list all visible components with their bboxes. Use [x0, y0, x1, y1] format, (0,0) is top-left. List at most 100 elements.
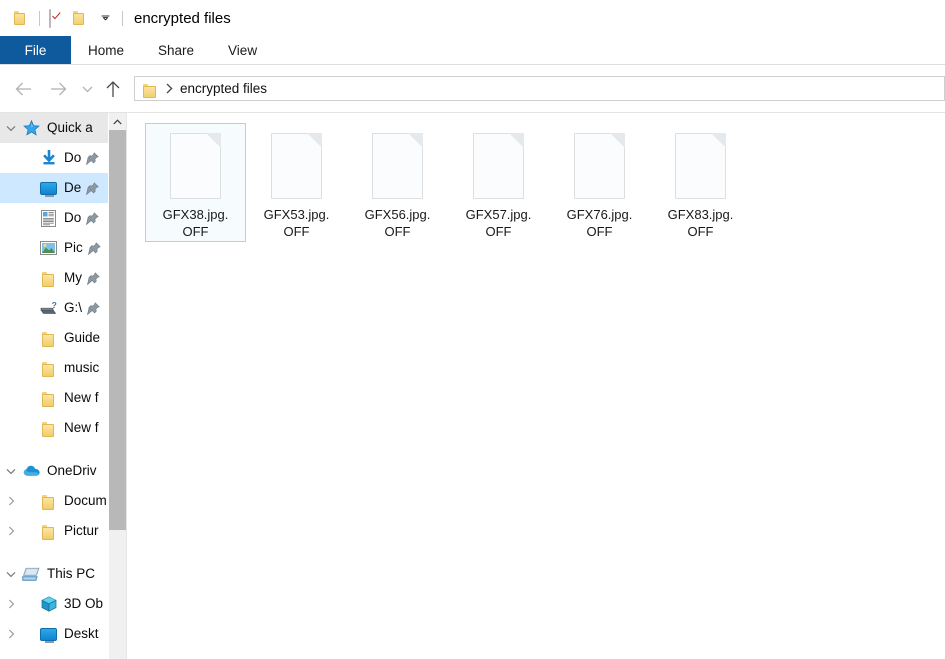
navigation-pane: Quick a Do De Do Pic My? G:\ Guide music New f New…: [0, 113, 108, 659]
sidebar-item-onedrive-pictures[interactable]: Pictur: [0, 516, 108, 546]
chevron-right-icon[interactable]: [0, 589, 22, 619]
sidebar-item-label: music: [64, 360, 100, 376]
pin-icon[interactable]: [86, 181, 100, 195]
sidebar-item-3d-objects[interactable]: 3D Ob: [0, 589, 108, 619]
file-tile[interactable]: GFX53.jpg. OFF: [246, 123, 347, 242]
sidebar-item-my-folder[interactable]: My: [0, 263, 108, 293]
pin-icon[interactable]: [86, 151, 100, 165]
sidebar-item-onedrive[interactable]: OneDriv: [0, 456, 108, 486]
tab-share[interactable]: Share: [141, 36, 211, 64]
sidebar-item-this-pc-desktop[interactable]: Deskt: [0, 619, 108, 649]
sidebar-item-label: De: [64, 180, 82, 196]
navigation-pane-scrollbar[interactable]: [108, 113, 126, 659]
breadcrumb-separator-icon[interactable]: [166, 83, 173, 94]
file-extension-label: OFF: [283, 224, 310, 239]
sidebar-item-label: Pic: [64, 240, 83, 256]
chevron-down-icon[interactable]: [0, 113, 22, 143]
sidebar-item-label: OneDriv: [47, 463, 97, 479]
forward-button[interactable]: [45, 76, 71, 102]
properties-checklist-icon[interactable]: [49, 9, 65, 28]
sidebar-item-label: This PC: [47, 566, 96, 582]
address-bar[interactable]: encrypted files: [134, 76, 945, 101]
sidebar-item-label: G:\: [64, 300, 83, 316]
chevron-right-icon[interactable]: [0, 619, 22, 649]
sidebar-item-onedrive-documents[interactable]: Docum: [0, 486, 108, 516]
pictures-icon: [39, 239, 58, 258]
ribbon-tab-strip: File Home Share View: [0, 36, 945, 64]
sidebar-item-label: Guide: [64, 330, 101, 346]
chevron-down-icon[interactable]: [0, 456, 22, 486]
file-name-label: GFX83.jpg.: [667, 207, 734, 222]
pin-icon[interactable]: [86, 211, 100, 225]
file-tile[interactable]: GFX76.jpg. OFF: [549, 123, 650, 242]
folder-icon: [39, 389, 58, 408]
generic-file-icon: [372, 133, 423, 199]
folder-properties-icon[interactable]: [14, 10, 30, 26]
sidebar-group-gap-1: [0, 443, 108, 456]
sidebar-item-guide[interactable]: Guide: [0, 323, 108, 353]
file-tile[interactable]: GFX83.jpg. OFF: [650, 123, 751, 242]
svg-text:?: ?: [51, 301, 56, 310]
sidebar-group-gap-2: [0, 546, 108, 559]
folder-icon: [39, 359, 58, 378]
sidebar-item-quick-access[interactable]: Quick a: [0, 113, 108, 143]
sidebar-item-music[interactable]: music: [0, 353, 108, 383]
folder-icon: [39, 522, 58, 541]
scrollbar-track[interactable]: [109, 130, 126, 659]
onedrive-icon: [22, 462, 41, 481]
desktop-icon: [39, 179, 58, 198]
generic-file-icon: [675, 133, 726, 199]
back-button[interactable]: [10, 76, 36, 102]
file-extension-label: OFF: [384, 224, 411, 239]
tab-file[interactable]: File: [0, 36, 71, 64]
folder-icon: [39, 329, 58, 348]
pin-icon[interactable]: [87, 271, 100, 285]
sidebar-item-downloads[interactable]: Do: [0, 143, 108, 173]
sidebar-item-label: Pictur: [64, 523, 99, 539]
ribbon-divider: [0, 64, 945, 65]
up-button[interactable]: [100, 76, 126, 102]
recent-locations-chevron-down-icon[interactable]: [74, 76, 100, 102]
generic-file-icon: [170, 133, 221, 199]
sidebar-item-label: My: [64, 270, 82, 286]
sidebar-item-desktop[interactable]: De: [0, 173, 108, 203]
breadcrumb-current-folder[interactable]: encrypted files: [180, 81, 267, 96]
file-extension-label: OFF: [182, 224, 209, 239]
file-extension-label: OFF: [485, 224, 512, 239]
sidebar-item-label: 3D Ob: [64, 596, 104, 612]
file-tile[interactable]: GFX38.jpg. OFF: [145, 123, 246, 242]
scrollbar-thumb[interactable]: [109, 130, 126, 530]
pin-icon[interactable]: [87, 301, 100, 315]
pin-icon[interactable]: [87, 241, 101, 255]
folder-icon: [39, 419, 58, 438]
folder-icon: [39, 492, 58, 511]
file-list-pane[interactable]: GFX38.jpg. OFF GFX53.jpg. OFF GFX56.jpg. OFF G…: [127, 113, 945, 659]
sidebar-item-documents[interactable]: Do: [0, 203, 108, 233]
3d-objects-icon: [39, 595, 58, 614]
chevron-down-icon[interactable]: [0, 559, 22, 589]
generic-file-icon: [271, 133, 322, 199]
sidebar-item-label: Do: [64, 210, 82, 226]
sidebar-item-this-pc[interactable]: This PC: [0, 559, 108, 589]
checkmark-glyph: [52, 12, 61, 20]
folder-icon: [39, 269, 58, 288]
customize-quick-access-toolbar-chevron-down-icon[interactable]: [97, 10, 113, 26]
desktop-icon: [39, 625, 58, 644]
file-name-label: GFX56.jpg.: [364, 207, 431, 222]
file-extension-label: OFF: [687, 224, 714, 239]
sidebar-item-new-folder-2[interactable]: New f: [0, 413, 108, 443]
sidebar-item-pictures[interactable]: Pic: [0, 233, 108, 263]
file-tile[interactable]: GFX57.jpg. OFF: [448, 123, 549, 242]
breadcrumb-folder-icon[interactable]: [143, 83, 158, 98]
file-name-label: GFX38.jpg.: [162, 207, 229, 222]
tab-home[interactable]: Home: [71, 36, 141, 64]
file-tiles-container: GFX38.jpg. OFF GFX53.jpg. OFF GFX56.jpg. OFF G…: [145, 123, 751, 242]
sidebar-item-drive-g[interactable]: ? G:\: [0, 293, 108, 323]
tab-view[interactable]: View: [211, 36, 274, 64]
scrollbar-up-arrow-icon[interactable]: [109, 113, 126, 130]
sidebar-item-new-folder-1[interactable]: New f: [0, 383, 108, 413]
new-folder-icon[interactable]: [73, 10, 89, 26]
chevron-right-icon[interactable]: [0, 486, 22, 516]
file-tile[interactable]: GFX56.jpg. OFF: [347, 123, 448, 242]
chevron-right-icon[interactable]: [0, 516, 22, 546]
